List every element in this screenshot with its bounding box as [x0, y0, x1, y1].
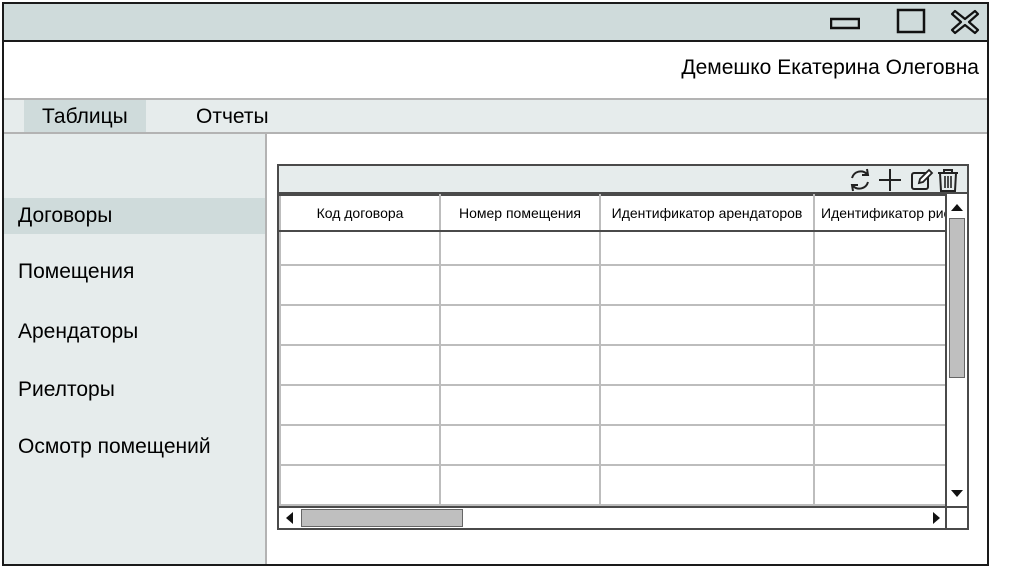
- minimize-icon[interactable]: [830, 8, 860, 36]
- table-cell[interactable]: [813, 304, 947, 346]
- table-cell[interactable]: [279, 304, 441, 346]
- table-row[interactable]: [279, 464, 947, 506]
- add-icon[interactable]: [877, 167, 903, 193]
- table-header-row: Код договора Номер помещения Идентификат…: [279, 194, 947, 232]
- sidebar-item-realtors[interactable]: Риелторы: [4, 372, 265, 408]
- vertical-scrollbar[interactable]: [945, 194, 967, 508]
- horizontal-scrollbar[interactable]: [279, 506, 947, 528]
- app-window: Демешко Екатерина Олеговна Таблицы Отчет…: [2, 2, 989, 566]
- table-cell[interactable]: [813, 384, 947, 426]
- column-header[interactable]: Идентификатор риелторов: [813, 194, 947, 232]
- scroll-down-icon[interactable]: [950, 486, 964, 504]
- contracts-table: Код договора Номер помещения Идентификат…: [279, 194, 947, 506]
- table-cell[interactable]: [439, 230, 601, 266]
- table-cell[interactable]: [599, 264, 815, 306]
- table-cell[interactable]: [813, 424, 947, 466]
- edit-icon[interactable]: [909, 167, 935, 193]
- table-cell[interactable]: [439, 344, 601, 386]
- table-cell[interactable]: [599, 230, 815, 266]
- data-grid: Код договора Номер помещения Идентификат…: [277, 164, 969, 530]
- delete-icon[interactable]: [935, 167, 961, 193]
- table-cell[interactable]: [439, 384, 601, 426]
- column-header[interactable]: Идентификатор арендаторов: [599, 194, 815, 232]
- table-row[interactable]: [279, 264, 947, 306]
- table-cell[interactable]: [439, 424, 601, 466]
- table-cell[interactable]: [279, 384, 441, 426]
- scroll-right-icon[interactable]: [932, 511, 942, 530]
- table-cell[interactable]: [599, 304, 815, 346]
- sidebar-item-contracts[interactable]: Договоры: [4, 198, 265, 234]
- column-header[interactable]: Номер помещения: [439, 194, 601, 232]
- table-cell[interactable]: [439, 304, 601, 346]
- table-cell[interactable]: [813, 230, 947, 266]
- table-cell[interactable]: [439, 464, 601, 506]
- column-header[interactable]: Код договора: [279, 194, 441, 232]
- table-cell[interactable]: [279, 464, 441, 506]
- scroll-left-icon[interactable]: [284, 511, 294, 530]
- table-cell[interactable]: [813, 264, 947, 306]
- user-name: Демешко Екатерина Олеговна: [681, 56, 979, 79]
- grid-toolbar: [279, 166, 967, 194]
- table-cell[interactable]: [279, 344, 441, 386]
- table-row[interactable]: [279, 384, 947, 426]
- table-cell[interactable]: [279, 264, 441, 306]
- scroll-up-icon[interactable]: [950, 199, 964, 217]
- grid-viewport: Код договора Номер помещения Идентификат…: [279, 194, 947, 508]
- table-row[interactable]: [279, 424, 947, 466]
- maximize-icon[interactable]: [896, 8, 926, 36]
- table-cell[interactable]: [599, 384, 815, 426]
- sidebar-item-tenants[interactable]: Арендаторы: [4, 314, 265, 350]
- vertical-scroll-thumb[interactable]: [949, 218, 965, 378]
- sidebar-item-inspections[interactable]: Осмотр помещений: [4, 429, 265, 465]
- sidebar-item-premises[interactable]: Помещения: [4, 254, 265, 290]
- table-cell[interactable]: [813, 464, 947, 506]
- sidebar: Договоры Помещения Арендаторы Риелторы О…: [4, 134, 267, 564]
- title-bar: [4, 4, 987, 42]
- table-cell[interactable]: [813, 344, 947, 386]
- menu-item-reports[interactable]: Отчеты: [178, 100, 287, 132]
- table-cell[interactable]: [599, 464, 815, 506]
- user-bar: Демешко Екатерина Олеговна: [4, 42, 987, 98]
- close-icon[interactable]: [950, 8, 980, 36]
- menu-item-tables[interactable]: Таблицы: [24, 100, 146, 132]
- table-row[interactable]: [279, 230, 947, 266]
- table-cell[interactable]: [599, 424, 815, 466]
- table-row[interactable]: [279, 304, 947, 346]
- menu-bar: Таблицы Отчеты: [4, 98, 987, 134]
- refresh-icon[interactable]: [847, 167, 873, 193]
- horizontal-scroll-thumb[interactable]: [301, 509, 463, 527]
- table-cell[interactable]: [599, 344, 815, 386]
- table-cell[interactable]: [279, 230, 441, 266]
- table-row[interactable]: [279, 344, 947, 386]
- scroll-corner: [945, 506, 967, 528]
- table-cell[interactable]: [279, 424, 441, 466]
- table-cell[interactable]: [439, 264, 601, 306]
- main-content: Код договора Номер помещения Идентификат…: [267, 134, 987, 564]
